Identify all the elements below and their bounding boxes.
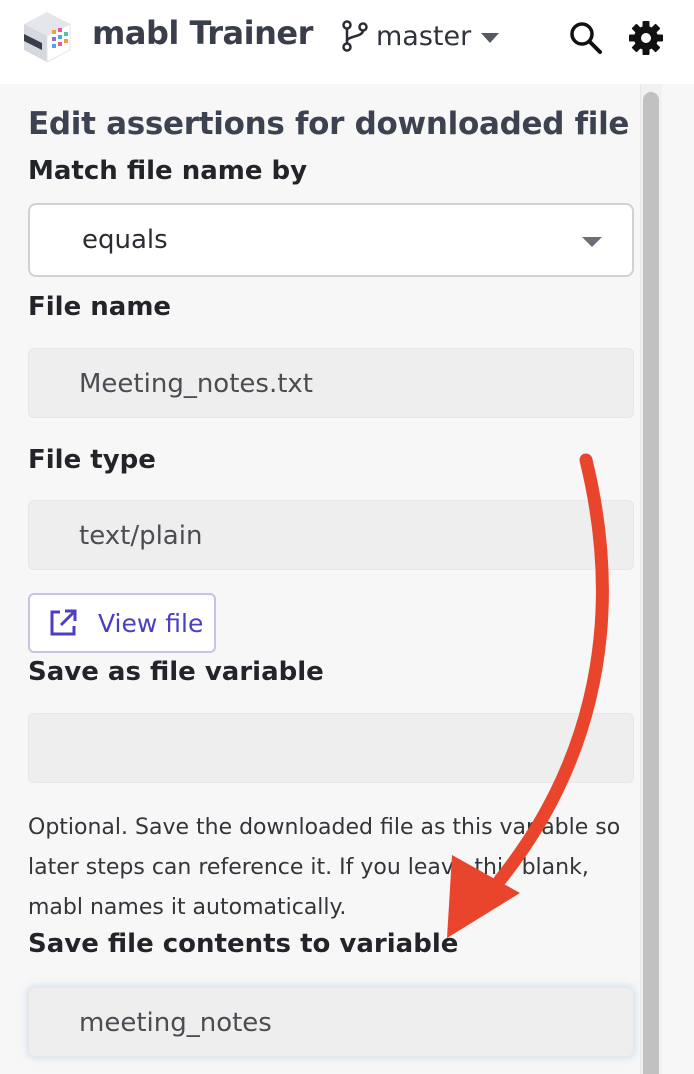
match-file-name-select[interactable]: equals [28, 203, 634, 277]
branch-label: master [376, 20, 472, 52]
view-file-label: View file [98, 608, 204, 638]
save-file-variable-label: Save as file variable [28, 657, 324, 687]
chevron-down-icon [481, 33, 500, 43]
save-contents-value: meeting_notes [79, 1008, 272, 1038]
gear-icon[interactable] [626, 18, 666, 58]
file-type-input[interactable]: text/plain [28, 500, 634, 570]
scrollbar-thumb[interactable] [643, 92, 659, 1074]
file-type-label: File type [28, 445, 156, 475]
search-icon[interactable] [566, 18, 606, 58]
scrollbar[interactable] [640, 84, 662, 1074]
file-type-value: text/plain [79, 521, 203, 551]
match-file-name-value: equals [82, 225, 168, 255]
file-name-value: Meeting_notes.txt [79, 369, 313, 399]
view-file-button[interactable]: View file [28, 593, 216, 653]
open-external-icon [50, 609, 77, 636]
file-name-label: File name [28, 292, 172, 322]
chevron-down-icon [582, 237, 602, 247]
git-branch-icon [342, 20, 368, 52]
branch-selector[interactable]: master [340, 16, 500, 56]
top-bar: mabl Trainer master [0, 0, 694, 84]
save-contents-label: Save file contents to variable [28, 929, 459, 959]
mabl-logo-icon [24, 12, 71, 63]
save-file-variable-input[interactable] [28, 713, 634, 783]
save-contents-input[interactable]: meeting_notes [28, 987, 634, 1057]
file-name-input[interactable]: Meeting_notes.txt [28, 348, 634, 418]
panel-heading: Edit assertions for downloaded file [28, 106, 630, 142]
save-file-variable-help: Optional. Save the downloaded file as th… [28, 815, 621, 920]
match-file-name-label: Match file name by [28, 156, 308, 186]
app-title: mabl Trainer [92, 14, 313, 52]
